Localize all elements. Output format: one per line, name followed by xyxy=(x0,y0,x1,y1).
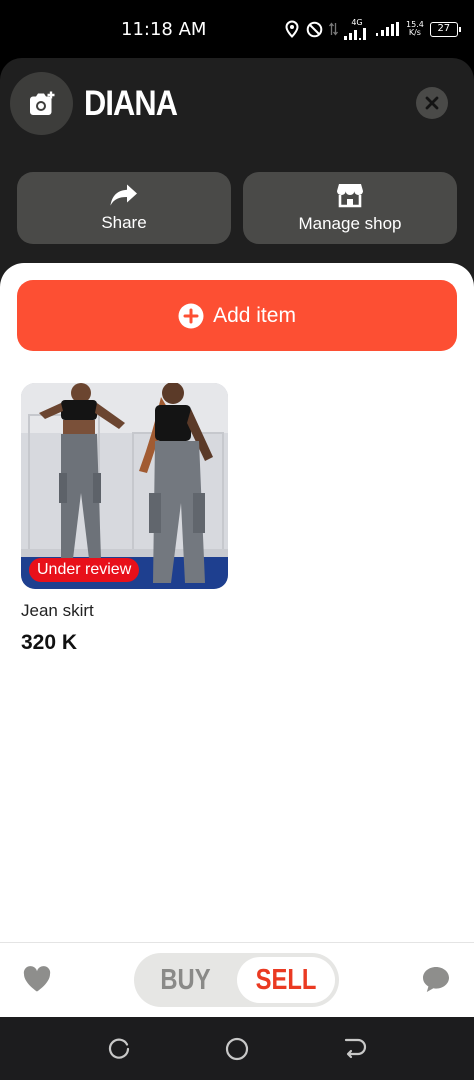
recent-apps-button[interactable] xyxy=(106,1036,132,1062)
manage-shop-button[interactable]: Manage shop xyxy=(243,172,457,244)
network-type-label: 4G xyxy=(351,17,363,27)
status-badge: Under review xyxy=(29,558,140,582)
status-icons: 4G 15.4 K/s 27 xyxy=(284,17,461,40)
recent-apps-icon xyxy=(108,1038,130,1059)
share-arrow-icon xyxy=(110,184,137,206)
home-icon xyxy=(225,1037,249,1061)
add-shop-photo-button[interactable] xyxy=(10,72,73,135)
bottom-bar: BUY SELL xyxy=(0,942,474,1017)
plus-circle-icon xyxy=(178,303,204,328)
add-item-label: Add item xyxy=(213,303,296,327)
signal-2-icon xyxy=(376,22,399,36)
speed-unit: K/s xyxy=(408,28,421,37)
buy-tab[interactable]: BUY xyxy=(143,953,227,1007)
item-photo[interactable]: Under review xyxy=(21,383,228,589)
buy-sell-toggle[interactable]: BUY SELL xyxy=(134,953,339,1007)
network-type: 4G xyxy=(344,17,370,40)
shop-screen: DIANA Share Manage shop Add item Under r… xyxy=(0,58,474,1017)
item-price: 320 K xyxy=(21,631,78,654)
favorites-button[interactable] xyxy=(22,965,52,995)
manage-shop-label: Manage shop xyxy=(298,214,402,233)
system-nav-bar xyxy=(0,1017,474,1080)
share-label: Share xyxy=(101,213,147,232)
share-button[interactable]: Share xyxy=(17,172,231,244)
do-not-disturb-icon xyxy=(306,21,323,37)
sell-tab-label: SELL xyxy=(255,963,317,996)
data-arrows-icon xyxy=(329,22,338,36)
messages-button[interactable] xyxy=(421,965,453,997)
status-time: 11:18 AM xyxy=(121,19,207,40)
shop-name: DIANA xyxy=(84,84,178,123)
heart-icon xyxy=(23,966,51,992)
back-button[interactable] xyxy=(342,1036,368,1062)
sell-tab[interactable]: SELL xyxy=(237,957,335,1003)
camera-add-icon xyxy=(29,91,54,115)
signal-icon xyxy=(344,27,366,40)
chat-bubble-icon xyxy=(423,967,449,992)
home-button[interactable] xyxy=(224,1036,250,1062)
status-bar: 11:18 AM 4G 15.4 K/s 27 xyxy=(0,0,474,58)
close-button[interactable] xyxy=(416,87,448,119)
battery-icon: 27 xyxy=(429,21,461,37)
shop-icon xyxy=(337,184,363,208)
back-icon xyxy=(344,1038,367,1059)
add-item-button[interactable]: Add item xyxy=(17,280,457,351)
network-speed: 15.4 K/s xyxy=(406,21,424,37)
location-icon xyxy=(285,20,299,38)
items-sheet: Add item Under review Jean skirt 320 K xyxy=(0,263,474,1017)
item-name: Jean skirt xyxy=(21,601,94,620)
close-icon xyxy=(425,96,439,110)
item-card[interactable]: Under review Jean skirt 320 K xyxy=(21,383,228,655)
